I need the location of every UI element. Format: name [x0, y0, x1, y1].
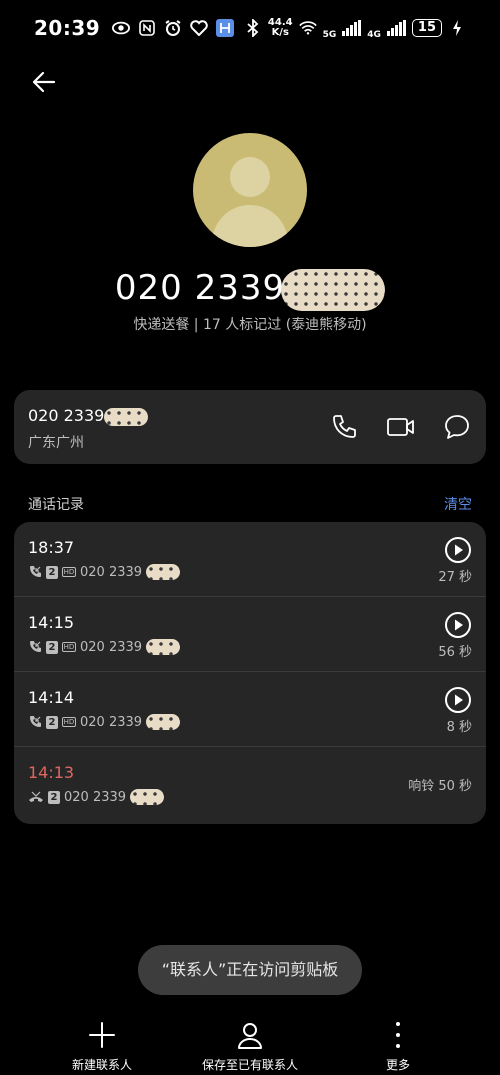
new-contact-label: 新建联系人	[72, 1058, 133, 1072]
redacted-number-mask	[281, 268, 386, 311]
app-notification-icon	[216, 19, 235, 37]
number-card-location: 广东广州	[28, 435, 84, 451]
call-log-item[interactable]: 18:37 2 HD 020 2339 27 秒	[14, 522, 486, 597]
call-button[interactable]	[329, 412, 359, 442]
net-speed-unit: K/s	[271, 27, 289, 38]
call-log-item[interactable]: 14:14 2 HD 020 2339 8 秒	[14, 672, 486, 747]
play-recording-button[interactable]	[444, 536, 472, 564]
status-bar: 20:39 44.4 K/s 5G 4G 15	[0, 0, 500, 56]
clear-call-log-button[interactable]: 清空	[444, 494, 472, 514]
bluetooth-icon	[244, 19, 262, 37]
call-ring-duration: 响铃 50 秒	[408, 779, 472, 794]
save-to-existing-contact-button[interactable]: 保存至已有联系人	[202, 1020, 298, 1073]
plus-icon	[89, 1022, 115, 1048]
avatar-body-shape	[212, 205, 288, 247]
call-number-prefix: 020 2339	[80, 714, 143, 730]
play-recording-button[interactable]	[444, 686, 472, 714]
contact-number-title: 020 2339	[0, 268, 500, 311]
hd-voice-icon: HD	[62, 567, 76, 577]
play-icon	[445, 687, 471, 713]
contact-avatar	[193, 133, 307, 247]
incoming-call-icon	[30, 716, 41, 727]
call-number-prefix: 020 2339	[80, 639, 143, 655]
call-time-missed: 14:13	[28, 763, 75, 782]
video-call-button[interactable]	[386, 412, 416, 442]
redacted-number-mask	[104, 407, 149, 426]
call-log-title: 通话记录	[28, 497, 84, 513]
more-label: 更多	[385, 1058, 410, 1072]
signal-5g-icon	[342, 20, 362, 36]
back-arrow-icon	[32, 71, 56, 93]
call-time: 18:37	[28, 538, 75, 557]
wifi-icon	[298, 19, 317, 37]
save-to-existing-label: 保存至已有联系人	[202, 1058, 299, 1072]
heart-link-icon	[190, 19, 208, 37]
number-card: 020 2339 广东广州	[14, 390, 486, 464]
net-speed: 44.4 K/s	[268, 18, 293, 38]
charging-icon	[448, 19, 466, 37]
call-duration: 27 秒	[438, 570, 472, 585]
call-log-card: 18:37 2 HD 020 2339 27 秒 14:15 2 HD 020 …	[14, 522, 486, 824]
play-recording-button[interactable]	[444, 611, 472, 639]
redacted-number-mask	[130, 789, 165, 805]
number-card-prefix: 020 2339	[28, 406, 105, 425]
status-right: 44.4 K/s 5G 4G 15	[244, 16, 466, 40]
call-details: 2 HD 020 2339	[28, 564, 181, 580]
avatar-head-shape	[230, 157, 270, 197]
nfc-icon	[138, 19, 156, 37]
missed-call-icon	[29, 791, 43, 802]
message-button[interactable]	[442, 412, 472, 442]
sim-card-icon: 2	[48, 790, 60, 804]
redacted-number-mask	[146, 639, 181, 655]
alarm-icon	[164, 19, 182, 37]
new-contact-button[interactable]: 新建联系人	[72, 1020, 132, 1073]
bottom-action-bar: 新建联系人 保存至已有联系人 更多	[0, 1020, 500, 1075]
back-button[interactable]	[28, 66, 60, 98]
signal-4g-icon	[386, 20, 406, 36]
hd-voice-icon: HD	[62, 717, 76, 727]
call-number-prefix: 020 2339	[64, 789, 127, 805]
sim-card-icon: 2	[46, 715, 58, 729]
more-button[interactable]: 更多	[383, 1020, 413, 1073]
call-number-prefix: 020 2339	[80, 564, 143, 580]
contact-tag-line: 快递送餐 | 17 人标记过 (泰迪熊移动)	[133, 317, 367, 333]
play-icon	[445, 537, 471, 563]
incoming-call-icon	[30, 641, 41, 652]
status-left-icons	[112, 19, 235, 37]
sim-card-icon: 2	[46, 565, 58, 579]
call-details: 2 HD 020 2339	[28, 714, 181, 730]
number-card-number: 020 2339	[28, 406, 149, 426]
redacted-number-mask	[146, 564, 181, 580]
call-duration: 56 秒	[438, 645, 472, 660]
clipboard-toast: “联系人”正在访问剪贴板	[138, 945, 362, 995]
call-log-item[interactable]: 14:15 2 HD 020 2339 56 秒	[14, 597, 486, 672]
person-icon	[238, 1023, 262, 1049]
eye-icon	[112, 19, 131, 37]
call-time: 14:15	[28, 613, 75, 632]
more-vertical-icon	[396, 1022, 400, 1048]
call-duration: 8 秒	[446, 720, 472, 735]
hd-voice-icon: HD	[62, 642, 76, 652]
chat-bubble-icon	[445, 415, 469, 439]
call-details: 2 HD 020 2339	[28, 639, 181, 655]
network-5g-label: 5G	[322, 30, 337, 40]
call-time: 14:14	[28, 688, 75, 707]
redacted-number-mask	[146, 714, 181, 730]
call-log-item[interactable]: 14:13 2 020 2339 响铃 50 秒	[14, 747, 486, 822]
phone-icon	[333, 415, 356, 438]
network-4g-label: 4G	[367, 30, 381, 40]
play-icon	[445, 612, 471, 638]
call-details: 2 020 2339	[28, 789, 165, 805]
video-icon	[387, 418, 414, 436]
incoming-call-icon	[30, 566, 41, 577]
sim-card-icon: 2	[46, 640, 58, 654]
battery-level: 15	[411, 19, 442, 37]
contact-number-prefix: 020 2339	[114, 268, 286, 308]
status-time: 20:39	[34, 16, 101, 40]
